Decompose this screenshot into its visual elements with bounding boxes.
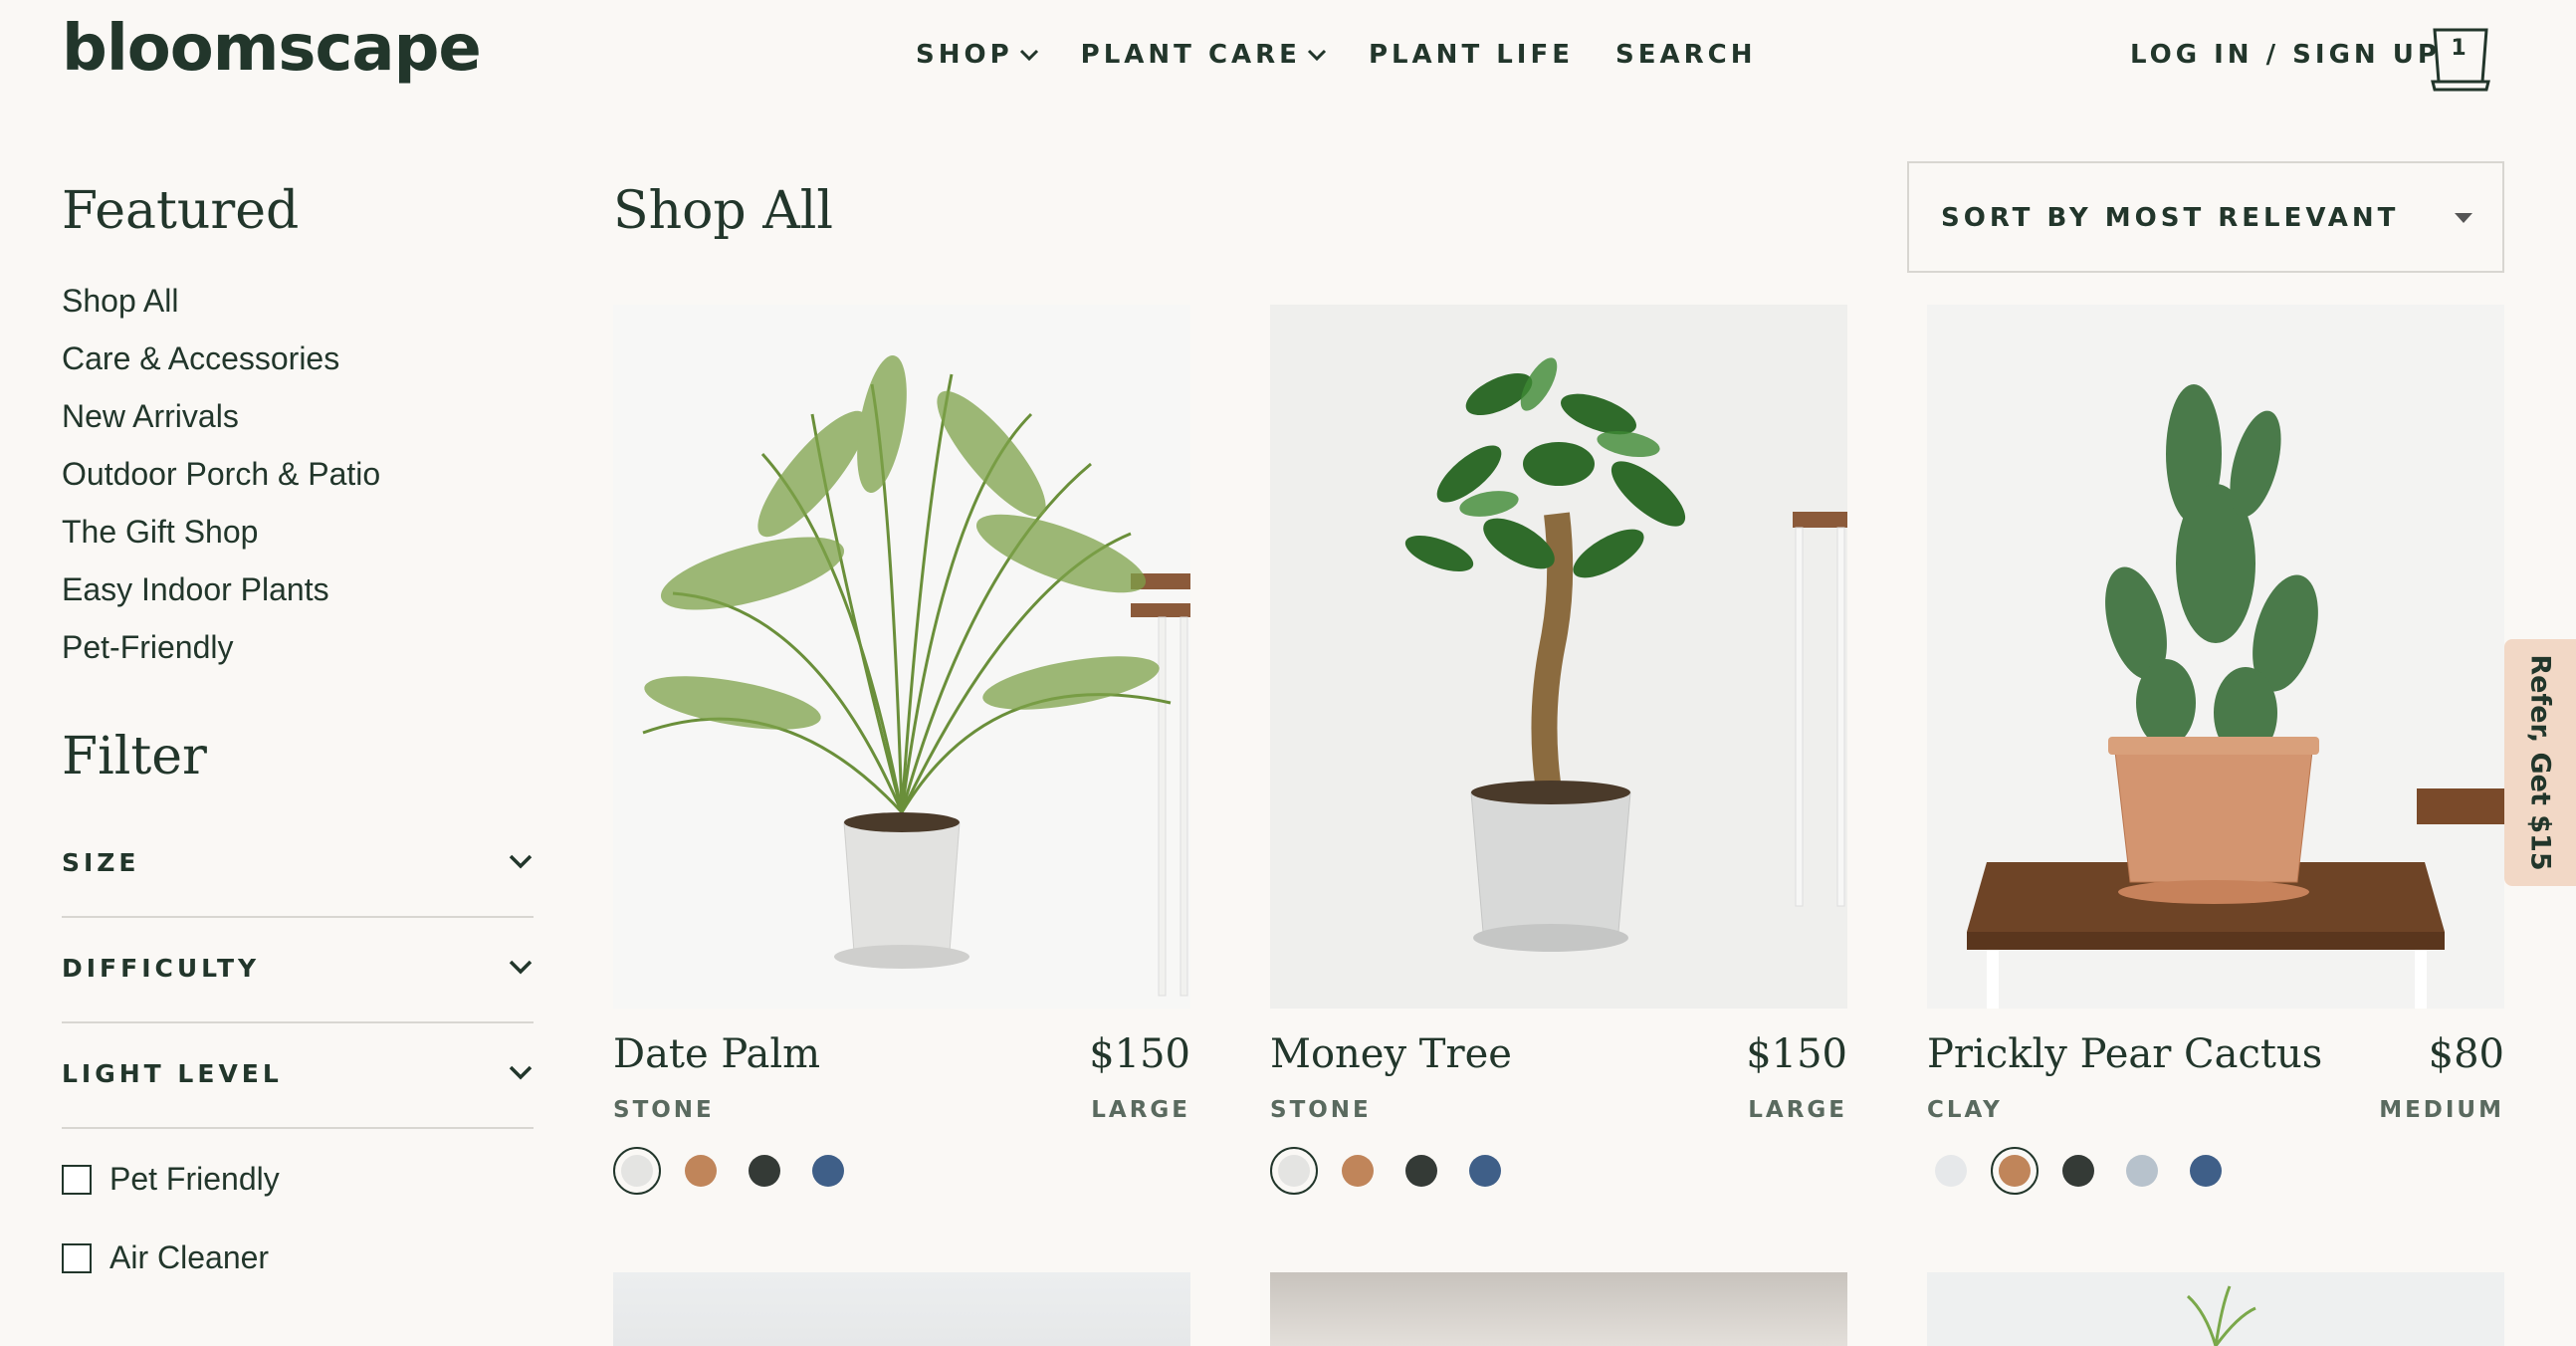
- featured-link-pet-friendly[interactable]: Pet-Friendly: [62, 625, 380, 683]
- plant-leaves-partial: [2186, 1285, 2256, 1346]
- product-card[interactable]: Prickly Pear Cactus $80 CLAY MEDIUM: [1927, 305, 2504, 1195]
- swatch-indigo[interactable]: [1461, 1147, 1509, 1195]
- swatch-stone[interactable]: [613, 1147, 661, 1195]
- product-name[interactable]: Date Palm: [613, 1031, 820, 1077]
- date-palm-illustration: [613, 305, 1190, 1009]
- page: bloomscape SHOP PLANT CARE PLANT LIFE SE…: [0, 0, 2576, 1346]
- nav-search-label: SEARCH: [1615, 40, 1757, 70]
- filter-size-label: SIZE: [62, 848, 140, 877]
- featured-link-new-arrivals[interactable]: New Arrivals: [62, 394, 380, 452]
- swatch-indigo[interactable]: [804, 1147, 852, 1195]
- product-name[interactable]: Money Tree: [1270, 1031, 1512, 1077]
- filter-difficulty[interactable]: DIFFICULTY: [62, 918, 534, 1023]
- product-image-money-tree[interactable]: [1270, 305, 1847, 1009]
- pet-friendly-checkbox-row[interactable]: Pet Friendly: [62, 1161, 280, 1198]
- cart-count: 1: [2451, 36, 2467, 61]
- sort-label: SORT BY MOST RELEVANT: [1941, 203, 2400, 233]
- air-cleaner-checkbox-row[interactable]: Air Cleaner: [62, 1239, 269, 1276]
- nav-plant-life-label: PLANT LIFE: [1368, 40, 1574, 70]
- swatch-charcoal[interactable]: [2054, 1147, 2102, 1195]
- featured-heading: Featured: [62, 181, 300, 241]
- product-image-partial[interactable]: [1270, 1272, 1847, 1346]
- swatch-charcoal[interactable]: [1397, 1147, 1445, 1195]
- air-cleaner-checkbox[interactable]: [62, 1242, 92, 1273]
- cart-button[interactable]: 1: [2429, 26, 2492, 92]
- chevron-down-icon: [509, 1065, 533, 1080]
- swatch-clay[interactable]: [1334, 1147, 1382, 1195]
- chevron-down-icon: [509, 854, 533, 869]
- featured-link-care-accessories[interactable]: Care & Accessories: [62, 336, 380, 394]
- chevron-down-icon: [1019, 49, 1038, 62]
- page-title: Shop All: [613, 181, 834, 241]
- air-cleaner-label: Air Cleaner: [109, 1239, 270, 1275]
- product-card[interactable]: Money Tree $150 STONE LARGE: [1270, 305, 1847, 1195]
- nav-plant-care[interactable]: PLANT CARE: [1081, 40, 1327, 70]
- nav-search[interactable]: SEARCH: [1615, 40, 1756, 70]
- swatch-light[interactable]: [1927, 1147, 1975, 1195]
- refer-label: Refer, Get $15: [2524, 654, 2556, 871]
- product-image-prickly-pear[interactable]: [1927, 305, 2504, 1009]
- nav-plant-life[interactable]: PLANT LIFE: [1369, 40, 1574, 70]
- featured-link-gift-shop[interactable]: The Gift Shop: [62, 510, 380, 567]
- featured-link-shop-all[interactable]: Shop All: [62, 279, 380, 336]
- swatch-stone[interactable]: [1270, 1147, 1318, 1195]
- featured-link-easy-indoor[interactable]: Easy Indoor Plants: [62, 567, 380, 625]
- bloomscape-logo[interactable]: bloomscape: [62, 12, 482, 86]
- filter-size[interactable]: SIZE: [62, 812, 534, 918]
- filter-light-level[interactable]: LIGHT LEVEL: [62, 1023, 534, 1129]
- money-tree-illustration: [1270, 305, 1847, 1009]
- pet-friendly-label: Pet Friendly: [109, 1161, 280, 1197]
- refer-tab[interactable]: Refer, Get $15: [2504, 639, 2576, 886]
- main-nav: SHOP PLANT CARE PLANT LIFE SEARCH: [916, 40, 1798, 70]
- pet-friendly-checkbox[interactable]: [62, 1164, 92, 1195]
- product-price: $80: [2428, 1031, 2504, 1077]
- chevron-down-icon: [509, 960, 533, 975]
- product-price: $150: [1746, 1031, 1847, 1077]
- product-color: STONE: [1270, 1097, 1372, 1123]
- sort-dropdown[interactable]: SORT BY MOST RELEVANT: [1907, 161, 2504, 273]
- product-price: $150: [1089, 1031, 1190, 1077]
- featured-list: Shop All Care & Accessories New Arrivals…: [62, 279, 380, 683]
- login-signup-link[interactable]: LOG IN / SIGN UP: [2130, 40, 2441, 70]
- color-swatches: [1927, 1147, 2246, 1195]
- color-swatches: [1270, 1147, 1525, 1195]
- color-swatches: [613, 1147, 868, 1195]
- product-size: MEDIUM: [2379, 1097, 2504, 1123]
- product-card[interactable]: Date Palm $150 STONE LARGE: [613, 305, 1190, 1195]
- swatch-clay[interactable]: [677, 1147, 725, 1195]
- nav-shop[interactable]: SHOP: [916, 40, 1039, 70]
- chevron-down-icon: [1307, 49, 1326, 62]
- nav-plant-care-label: PLANT CARE: [1080, 40, 1301, 70]
- product-image-date-palm[interactable]: [613, 305, 1190, 1009]
- product-size: LARGE: [1091, 1097, 1190, 1123]
- filter-heading: Filter: [62, 727, 207, 786]
- product-color: CLAY: [1927, 1097, 2003, 1123]
- caret-down-icon: [2455, 213, 2472, 223]
- swatch-charcoal[interactable]: [741, 1147, 788, 1195]
- filter-difficulty-label: DIFFICULTY: [62, 954, 261, 983]
- product-image-partial[interactable]: [613, 1272, 1190, 1346]
- swatch-clay[interactable]: [1991, 1147, 2039, 1195]
- product-color: STONE: [613, 1097, 715, 1123]
- filter-light-level-label: LIGHT LEVEL: [62, 1059, 283, 1088]
- product-name[interactable]: Prickly Pear Cactus: [1927, 1031, 2322, 1077]
- swatch-indigo[interactable]: [2182, 1147, 2230, 1195]
- nav-shop-label: SHOP: [916, 40, 1013, 70]
- product-size: LARGE: [1748, 1097, 1847, 1123]
- product-image-partial[interactable]: [1927, 1272, 2504, 1346]
- cactus-illustration: [1927, 305, 2504, 1009]
- featured-link-outdoor[interactable]: Outdoor Porch & Patio: [62, 452, 380, 510]
- swatch-slate[interactable]: [2118, 1147, 2166, 1195]
